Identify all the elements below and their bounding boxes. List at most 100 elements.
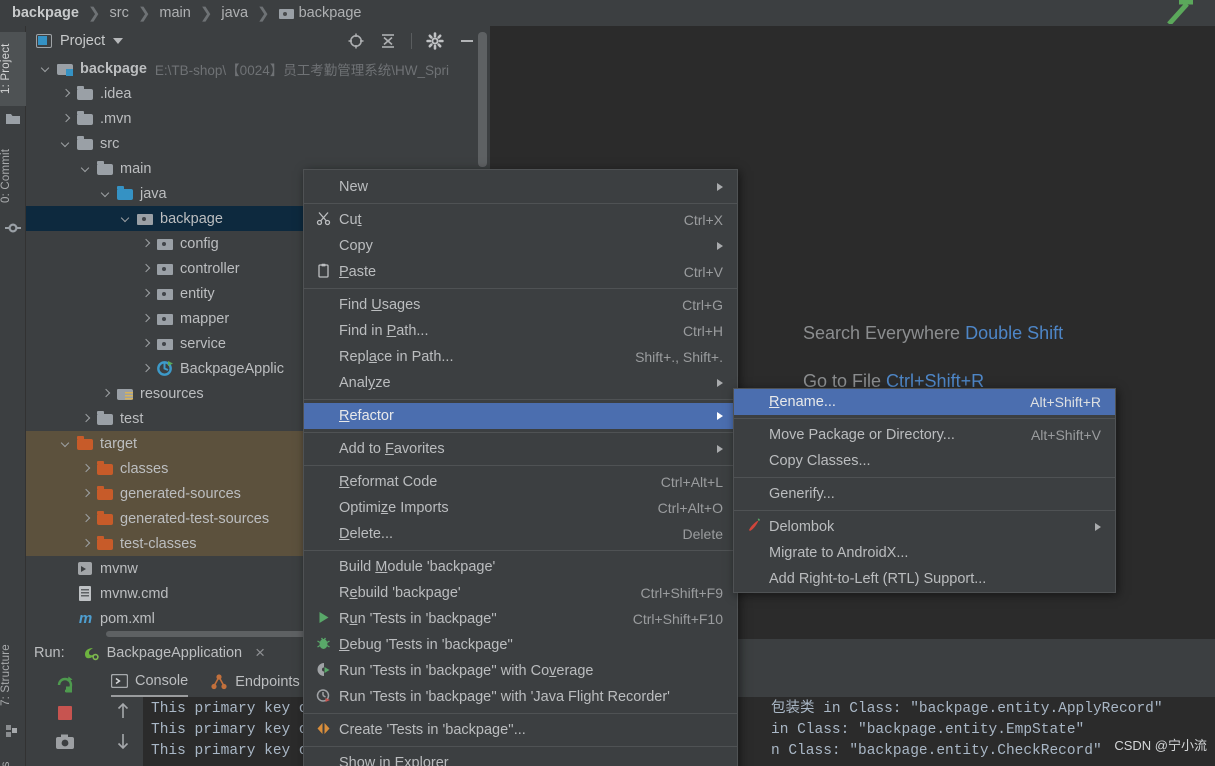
- menu-item-move-package-or-directory[interactable]: Move Package or Directory... Alt+Shift+V: [734, 422, 1115, 448]
- menu-item-delete[interactable]: Delete... Delete: [304, 521, 737, 547]
- menu-item-cut[interactable]: Cut Ctrl+X: [304, 207, 737, 233]
- refactor-submenu[interactable]: Rename... Alt+Shift+R Move Package or Dire…: [733, 388, 1116, 593]
- run-config-tab[interactable]: BackpageApplication ×: [83, 643, 265, 663]
- tab-endpoints[interactable]: Endpoints: [210, 667, 300, 697]
- chevron-right-icon[interactable]: [80, 538, 92, 550]
- menu-item-delombok[interactable]: Delombok: [734, 514, 1115, 540]
- breadcrumb-item-java[interactable]: java: [221, 5, 248, 21]
- tree-row--idea[interactable]: .idea: [26, 81, 490, 106]
- tree-row--mvn[interactable]: .mvn: [26, 106, 490, 131]
- menu-item-replace-in-path[interactable]: Replace in Path... Shift+., Shift+.: [304, 344, 737, 370]
- menu-separator: [304, 713, 737, 714]
- gear-icon[interactable]: [426, 32, 444, 50]
- breadcrumb-item-project[interactable]: backpage: [12, 5, 79, 21]
- chevron-down-icon[interactable]: [60, 438, 72, 450]
- chevron-down-icon[interactable]: [60, 138, 72, 150]
- chevron-right-icon[interactable]: [140, 313, 152, 325]
- chevron-right-icon[interactable]: [140, 238, 152, 250]
- menu-item-refactor[interactable]: Refactor: [304, 403, 737, 429]
- clipboard-icon: [314, 263, 332, 282]
- menu-item-run-tests-in-backpage-with-java-flight-recorder[interactable]: Run 'Tests in 'backpage'' with 'Java Fli…: [304, 684, 737, 710]
- project-context-menu[interactable]: New Cut Ctrl+X Copy Paste Ctrl+V Find Usages Ct…: [303, 169, 738, 766]
- chevron-right-icon[interactable]: [100, 388, 112, 400]
- menu-item-rebuild-backpage[interactable]: Rebuild 'backpage' Ctrl+Shift+F9: [304, 580, 737, 606]
- close-icon[interactable]: ×: [255, 643, 265, 663]
- rerun-button[interactable]: [54, 673, 76, 695]
- tree-row-label: classes: [120, 460, 169, 477]
- cmd-file-icon: [77, 586, 94, 601]
- menu-item-find-usages[interactable]: Find Usages Ctrl+G: [304, 292, 737, 318]
- menu-item-add-right-to-left-rtl-support[interactable]: Add Right-to-Left (RTL) Support...: [734, 566, 1115, 592]
- stop-button[interactable]: [54, 702, 76, 724]
- project-horizontal-scrollbar[interactable]: [106, 631, 328, 637]
- chevron-down-icon[interactable]: [40, 63, 52, 75]
- menu-item-run-tests-in-backpage-with-coverage[interactable]: Run 'Tests in 'backpage'' with Coverage: [304, 658, 737, 684]
- menu-item-analyze[interactable]: Analyze: [304, 370, 737, 396]
- sidebar-tab-project[interactable]: 1: Project: [0, 32, 26, 106]
- menu-separator: [304, 288, 737, 289]
- tree-row-label: backpage: [80, 60, 147, 77]
- chevron-right-icon[interactable]: [140, 363, 152, 375]
- project-folder-icon: [6, 114, 20, 124]
- menu-item-show-in-explorer[interactable]: Show in Explorer: [304, 750, 737, 766]
- chevron-right-icon[interactable]: [80, 513, 92, 525]
- menu-item-label: Analyze: [339, 375, 391, 391]
- collapse-all-icon[interactable]: [379, 32, 397, 50]
- chevron-right-icon[interactable]: [60, 88, 72, 100]
- chevron-right-icon[interactable]: [140, 338, 152, 350]
- menu-item-run-tests-in-backpage[interactable]: Run 'Tests in 'backpage'' Ctrl+Shift+F10: [304, 606, 737, 632]
- breadcrumb-item-src[interactable]: src: [109, 5, 128, 21]
- breadcrumb-item-backpage[interactable]: backpage: [278, 5, 362, 21]
- menu-item-new[interactable]: New: [304, 174, 737, 200]
- chevron-down-icon[interactable]: [100, 188, 112, 200]
- menu-separator: [304, 432, 737, 433]
- menu-item-generify[interactable]: Generify...: [734, 481, 1115, 507]
- menu-item-paste[interactable]: Paste Ctrl+V: [304, 259, 737, 285]
- menu-item-add-to-favorites[interactable]: Add to Favorites: [304, 436, 737, 462]
- scroll-up-button[interactable]: [114, 701, 132, 721]
- tab-console[interactable]: Console: [111, 667, 189, 697]
- chevron-right-icon[interactable]: [140, 263, 152, 275]
- module-icon: [57, 61, 74, 76]
- maven-file-icon: m: [78, 610, 93, 627]
- chevron-right-icon[interactable]: [80, 463, 92, 475]
- build-hammer-icon[interactable]: [1161, 0, 1201, 24]
- chevron-right-icon[interactable]: [60, 113, 72, 125]
- menu-item-copy[interactable]: Copy: [304, 233, 737, 259]
- chevron-down-icon[interactable]: [113, 38, 124, 44]
- menu-item-build-module-backpage[interactable]: Build Module 'backpage': [304, 554, 737, 580]
- folder-icon: [97, 161, 114, 176]
- screenshot-button[interactable]: [54, 731, 76, 753]
- menu-item-find-in-path[interactable]: Find in Path... Ctrl+H: [304, 318, 737, 344]
- sidebar-tab-services[interactable]: es: [0, 748, 26, 766]
- sidebar-tab-commit[interactable]: 0: Commit: [0, 136, 26, 216]
- chevron-down-icon[interactable]: [120, 213, 132, 225]
- chevron-right-icon[interactable]: [140, 288, 152, 300]
- menu-item-copy-classes[interactable]: Copy Classes...: [734, 448, 1115, 474]
- menu-item-migrate-to-androidx[interactable]: Migrate to AndroidX...: [734, 540, 1115, 566]
- breadcrumb-label: backpage: [12, 5, 79, 21]
- locate-target-icon[interactable]: [347, 32, 365, 50]
- scroll-down-button[interactable]: [114, 731, 132, 751]
- chevron-right-icon[interactable]: [80, 413, 92, 425]
- submenu-arrow-icon: [717, 242, 723, 250]
- tree-row-src[interactable]: src: [26, 131, 490, 156]
- menu-item-optimize-imports[interactable]: Optimize Imports Ctrl+Alt+O: [304, 495, 737, 521]
- project-vertical-scrollbar-thumb[interactable]: [478, 32, 487, 167]
- menu-item-rename[interactable]: Rename... Alt+Shift+R: [734, 389, 1115, 415]
- tree-row-backpage[interactable]: backpage E:\TB-shop\【0024】员工考勤管理系统\HW_Spr…: [26, 56, 490, 81]
- breadcrumb: backpage ❯ src ❯ main ❯ java ❯ backpage: [0, 0, 1215, 26]
- breadcrumb-separator-icon: ❯: [257, 5, 270, 22]
- chevron-right-icon[interactable]: [80, 488, 92, 500]
- menu-item-debug-tests-in-backpage[interactable]: Debug 'Tests in 'backpage'': [304, 632, 737, 658]
- menu-item-label: Add to Favorites: [339, 441, 445, 457]
- breadcrumb-item-main[interactable]: main: [159, 5, 190, 21]
- menu-item-create-tests-in-backpage[interactable]: Create 'Tests in 'backpage''...: [304, 717, 737, 743]
- tree-row-label: generated-sources: [120, 485, 241, 502]
- chevron-down-icon[interactable]: [80, 163, 92, 175]
- hide-icon[interactable]: [458, 32, 476, 50]
- menu-item-reformat-code[interactable]: Reformat Code Ctrl+Alt+L: [304, 469, 737, 495]
- menu-item-label: Copy Classes...: [769, 453, 871, 469]
- sidebar-tab-structure[interactable]: 7: Structure: [0, 629, 26, 721]
